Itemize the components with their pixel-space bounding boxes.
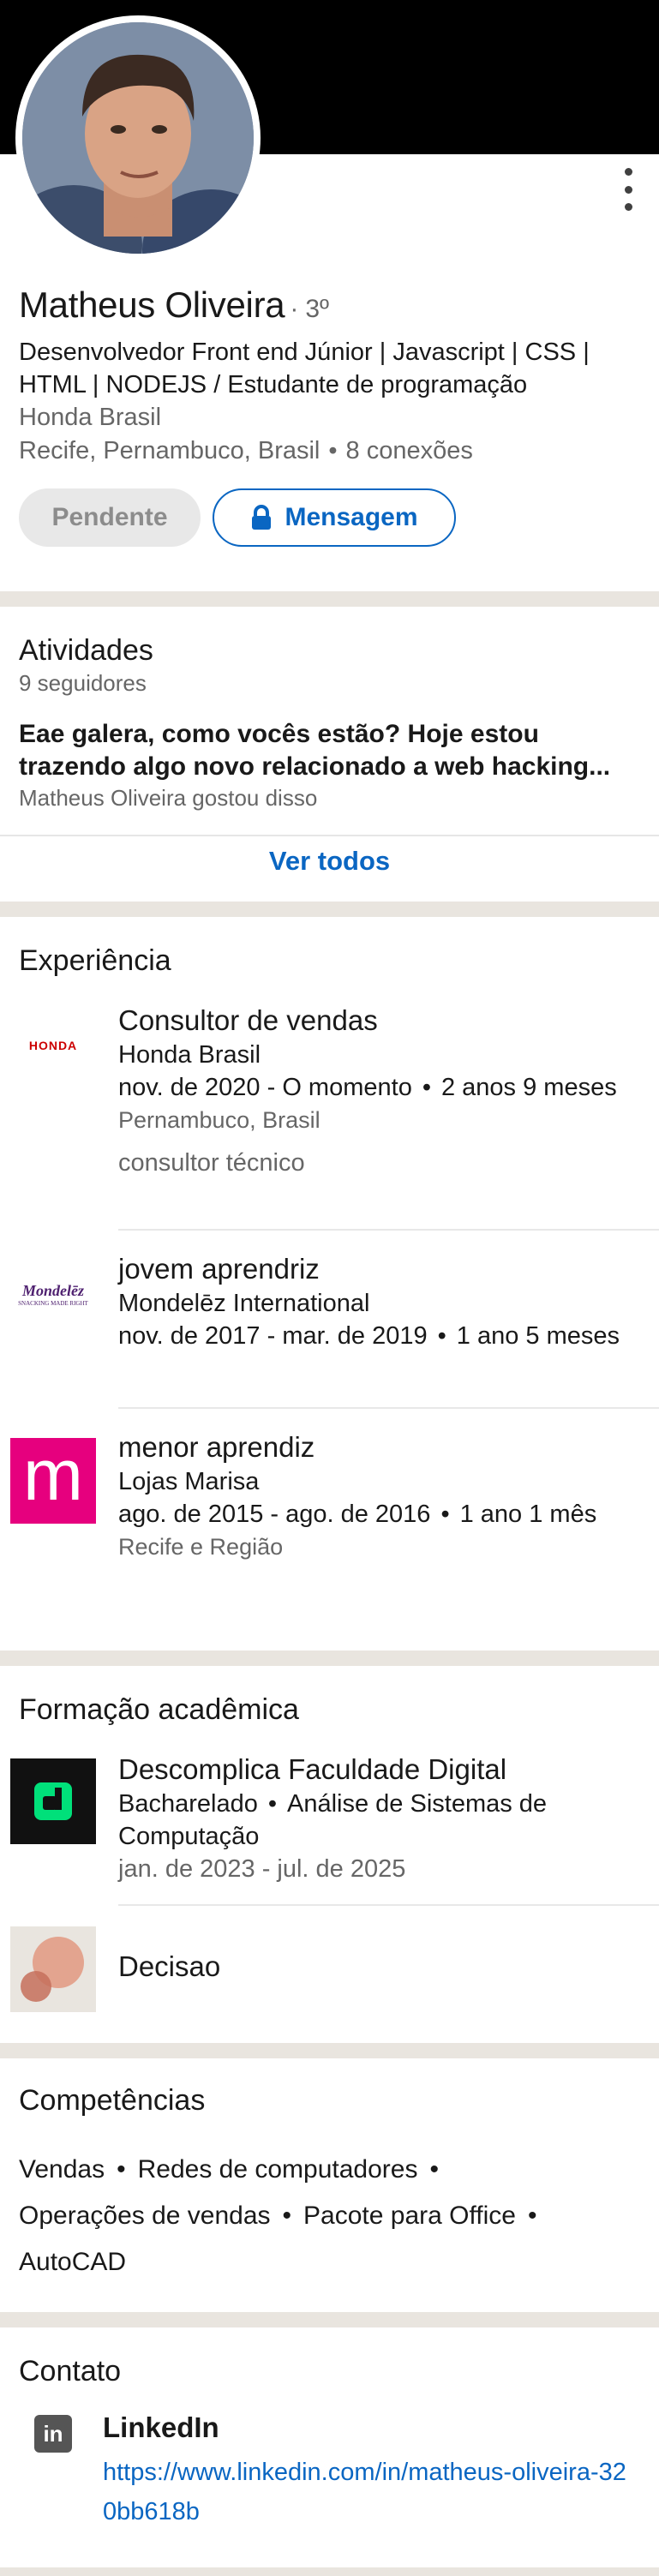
school-period: jan. de 2023 - jul. de 2025	[118, 1855, 406, 1883]
message-button[interactable]: Mensagem	[213, 488, 456, 547]
skill-item[interactable]: AutoCAD	[19, 2248, 126, 2276]
section-divider	[0, 2043, 659, 2058]
activity-title: Atividades	[19, 634, 153, 667]
message-button-label: Mensagem	[285, 503, 418, 531]
post-meta: Matheus Oliveira gostou disso	[19, 785, 318, 811]
job-location: Pernambuco, Brasil	[118, 1107, 321, 1133]
section-divider	[0, 591, 659, 607]
profile-company: Honda Brasil	[19, 404, 162, 431]
job-period: nov. de 2017 - mar. de 2019 • 1 ano 5 mese…	[118, 1322, 620, 1350]
descomplica-logo-icon	[10, 1758, 96, 1844]
more-dot-icon	[624, 185, 632, 194]
name-row: Matheus Oliveira · 3º	[19, 285, 644, 332]
lock-icon	[252, 505, 272, 530]
skills-title: Competências	[19, 2084, 206, 2117]
profile-actions: Pendente Mensagem	[19, 488, 456, 547]
profile-page: Matheus Oliveira · 3º Desenvolvedor Fron…	[0, 0, 659, 2576]
see-all-activity-link[interactable]: Ver todos	[0, 840, 659, 883]
school-name: Decisao	[118, 1950, 221, 1982]
page-bottom-divider	[0, 2567, 659, 2576]
experience-title: Experiência	[19, 944, 171, 977]
more-options-button[interactable]	[616, 168, 640, 211]
profile-avatar[interactable]	[15, 15, 261, 261]
more-dot-icon	[624, 168, 632, 176]
skill-item[interactable]: Vendas	[19, 2155, 105, 2184]
connections-count[interactable]: 8 conexões	[346, 437, 473, 464]
contact-label: LinkedIn	[103, 2411, 219, 2443]
avatar-image	[22, 22, 254, 254]
job-description: consultor técnico	[118, 1149, 305, 1177]
profile-info: Matheus Oliveira · 3º Desenvolvedor Fron…	[19, 285, 644, 468]
job-period: ago. de 2015 - ago. de 2016 • 1 ano 1 mês	[118, 1501, 597, 1528]
item-separator	[118, 1407, 659, 1409]
honda-logo-icon: HONDA	[28, 1039, 78, 1052]
more-dot-icon	[624, 203, 632, 211]
item-separator	[118, 1229, 659, 1231]
lojas-marisa-logo-icon: m	[10, 1438, 96, 1524]
skill-item[interactable]: Pacote para Office	[303, 2202, 516, 2230]
job-company: Honda Brasil	[118, 1041, 261, 1069]
location-row: Recife, Pernambuco, Brasil • 8 conexões	[19, 437, 473, 464]
job-title: Consultor de vendas	[118, 1004, 378, 1036]
connection-degree: 3º	[305, 295, 329, 323]
linkedin-icon: in	[34, 2415, 72, 2453]
job-title: jovem aprendriz	[118, 1253, 320, 1285]
job-location: Recife e Região	[118, 1534, 284, 1560]
post-text-line2: trazendo algo novo relacionado a web hac…	[19, 752, 611, 781]
school-logo-icon	[10, 1926, 96, 2012]
profile-headline: Desenvolvedor Front end Júnior | Javascr…	[19, 338, 590, 398]
activity-post[interactable]: Eae galera, como vocês estão? Hoje estou…	[19, 718, 644, 783]
section-divider	[0, 1650, 659, 1666]
profile-name: Matheus Oliveira	[19, 285, 285, 325]
job-company: Mondelēz International	[118, 1290, 370, 1317]
skill-item[interactable]: Redes de computadores	[138, 2155, 418, 2184]
skills-list: Vendas • Redes de computadores • Operações …	[19, 2155, 537, 2276]
school-degree: Bacharelado • Análise de Sistemas de Compu…	[118, 1790, 548, 1850]
pending-button[interactable]: Pendente	[19, 488, 201, 547]
section-divider	[0, 902, 659, 917]
post-text-line1: Eae galera, como vocês estão? Hoje estou	[19, 720, 539, 748]
job-title: menor aprendiz	[118, 1431, 315, 1463]
followers-count: 9 seguidores	[19, 670, 147, 696]
job-company: Lojas Marisa	[118, 1468, 260, 1495]
skill-item[interactable]: Operações de vendas	[19, 2202, 271, 2230]
item-separator	[118, 1904, 659, 1906]
mondelez-logo-icon: Mondelēz SNACKING MADE RIGHT	[18, 1281, 88, 1307]
see-all-border	[0, 835, 659, 836]
linkedin-url-link[interactable]: https://www.linkedin.com/in/matheus-oliv…	[103, 2453, 634, 2531]
degree-separator: ·	[290, 295, 299, 323]
contact-title: Contato	[19, 2355, 122, 2387]
school-name: Descomplica Faculdade Digital	[118, 1753, 507, 1785]
section-divider	[0, 2312, 659, 2327]
education-title: Formação acadêmica	[19, 1693, 299, 1726]
profile-location: Recife, Pernambuco, Brasil	[19, 437, 321, 464]
job-period: nov. de 2020 - O momento • 2 anos 9 meses	[118, 1074, 617, 1101]
